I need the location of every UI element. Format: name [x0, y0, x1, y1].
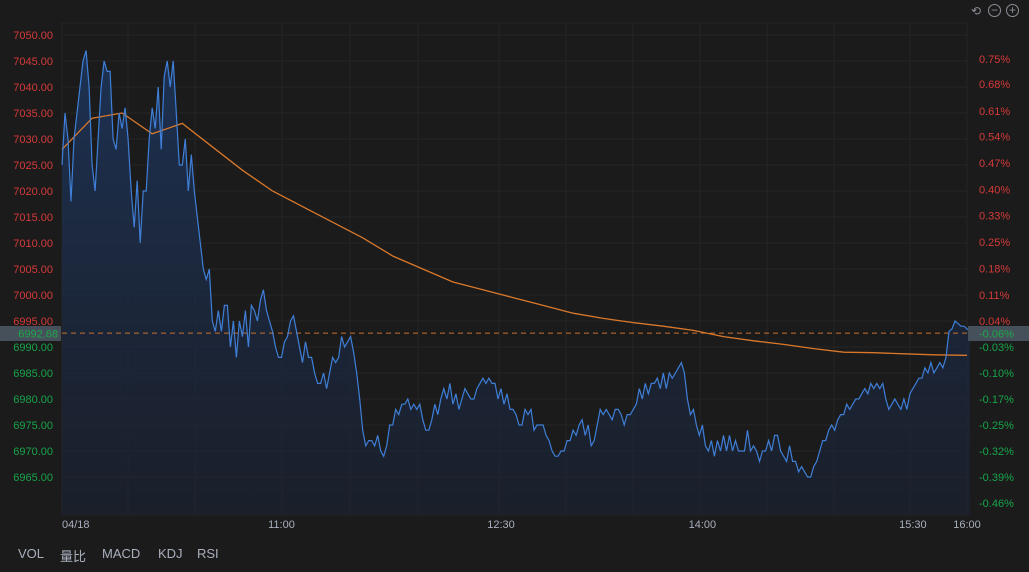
- y-tick-label: 7025.00: [13, 160, 53, 172]
- y-tick-label: 7035.00: [13, 108, 53, 120]
- y-tick-label: 7040.00: [13, 82, 53, 94]
- y-tick-label: 6980.00: [13, 394, 53, 406]
- y-tick-label: 7005.00: [13, 264, 53, 276]
- pct-tick-label: -0.17%: [979, 394, 1014, 406]
- pct-tick-label: 0.54%: [979, 131, 1010, 143]
- x-axis: 11:00 12:30 14:00 15:30 16:00: [268, 519, 981, 531]
- pct-tick-label: 0.18%: [979, 263, 1010, 275]
- y-tick-label: 6970.00: [13, 446, 53, 458]
- pct-tick-label: -0.25%: [979, 420, 1014, 432]
- prev-close-badge: 6992.68: [0, 326, 61, 341]
- pct-tick-label: 0.11%: [979, 290, 1010, 302]
- tab-kdj[interactable]: KDJ: [158, 546, 183, 561]
- y-tick-label: 7030.00: [13, 134, 53, 146]
- zoom-out-icon[interactable]: −: [988, 4, 1001, 17]
- pct-tick-label: -0.03%: [979, 342, 1014, 354]
- intraday-chart[interactable]: 7050.00 7045.00 7040.00 7035.00 7030.00 7025.…: [0, 0, 1029, 572]
- x-tick-label: 15:30: [899, 519, 927, 531]
- x-tick-label: 16:00: [953, 519, 981, 531]
- tab-volume-ratio[interactable]: 量比: [60, 546, 86, 565]
- tab-macd[interactable]: MACD: [102, 546, 140, 561]
- x-tick-label: 12:30: [487, 519, 515, 531]
- prev-close-label: 6992.68: [18, 329, 58, 341]
- x-tick-label: 14:00: [689, 519, 717, 531]
- y-tick-label: 7000.00: [13, 290, 53, 302]
- tab-vol[interactable]: VOL: [18, 546, 44, 561]
- zoom-in-icon[interactable]: +: [1006, 4, 1019, 17]
- current-pct-label: -0.06%: [979, 329, 1014, 341]
- y-tick-label: 7010.00: [13, 238, 53, 250]
- y-tick-label: 7050.00: [13, 30, 53, 42]
- y-tick-label: 6965.00: [13, 472, 53, 484]
- tab-rsi[interactable]: RSI: [197, 546, 219, 561]
- pct-tick-label: -0.10%: [979, 368, 1014, 380]
- y-tick-label: 6975.00: [13, 420, 53, 432]
- pct-tick-label: -0.32%: [979, 446, 1014, 458]
- pct-tick-label: 0.33%: [979, 210, 1010, 222]
- y-axis-right: 0.75% 0.68% 0.61% 0.54% 0.47% 0.40% 0.33% 0.25%…: [979, 54, 1014, 510]
- pct-tick-label: 0.75%: [979, 54, 1010, 66]
- date-label: 04/18: [62, 519, 90, 531]
- undo-icon[interactable]: ⟲: [969, 4, 983, 18]
- pct-tick-label: 0.68%: [979, 79, 1010, 91]
- y-tick-label: 6990.00: [13, 342, 53, 354]
- y-tick-label: 7045.00: [13, 56, 53, 68]
- pct-tick-label: -0.46%: [979, 498, 1014, 510]
- y-axis-left: 7050.00 7045.00 7040.00 7035.00 7030.00 7025.…: [13, 30, 53, 484]
- pct-tick-label: 0.40%: [979, 184, 1010, 196]
- y-tick-label: 7015.00: [13, 212, 53, 224]
- pct-tick-label: 0.61%: [979, 106, 1010, 118]
- pct-tick-label: 0.47%: [979, 158, 1010, 170]
- x-tick-label: 11:00: [268, 519, 295, 531]
- pct-tick-label: -0.39%: [979, 472, 1014, 484]
- current-pct-badge: -0.06%: [968, 326, 1029, 341]
- y-tick-label: 6985.00: [13, 368, 53, 380]
- y-tick-label: 7020.00: [13, 186, 53, 198]
- pct-tick-label: 0.25%: [979, 237, 1010, 249]
